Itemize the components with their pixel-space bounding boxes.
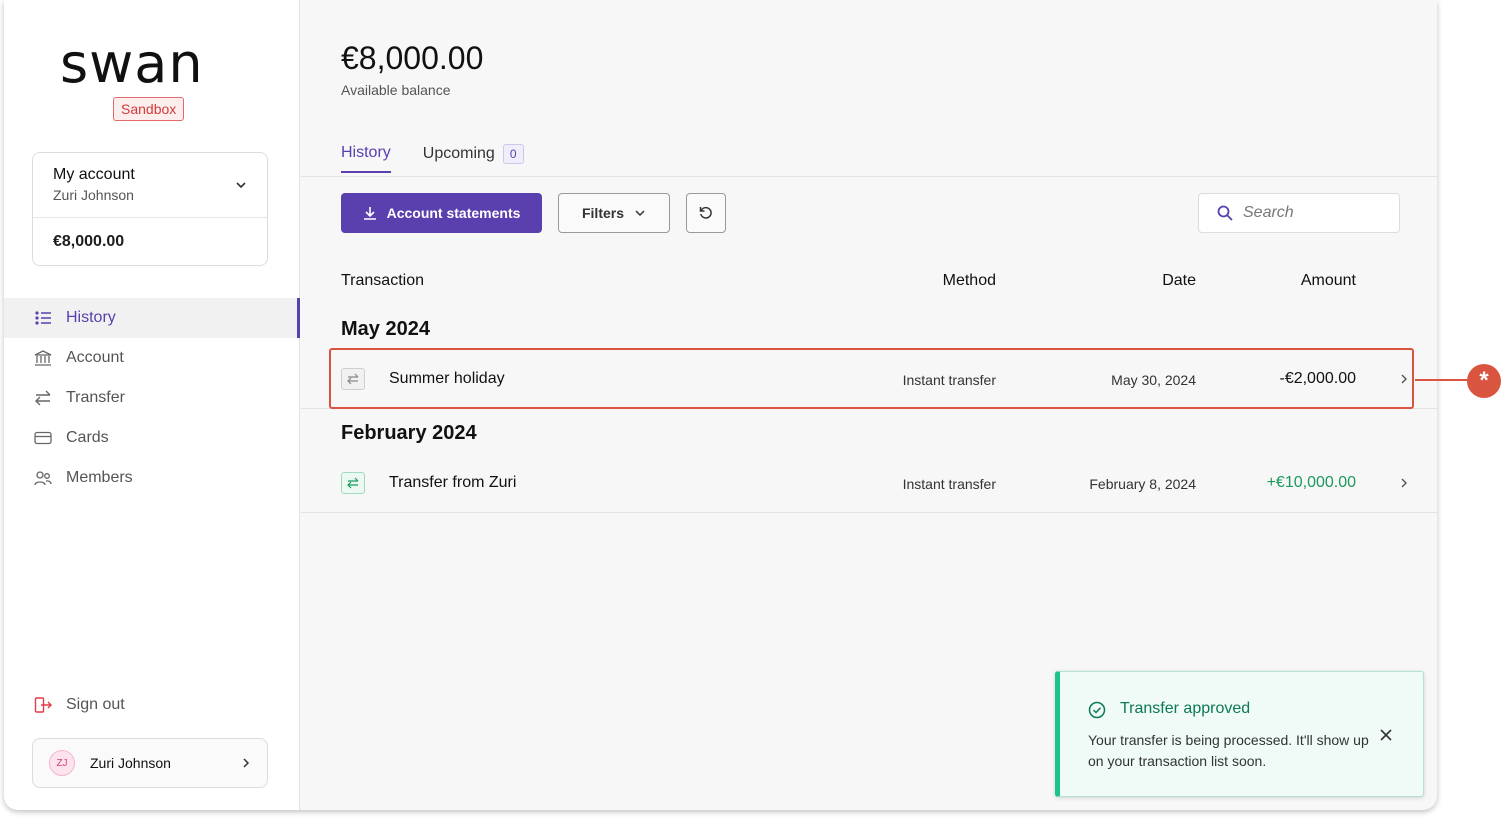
- filters-button[interactable]: Filters: [558, 193, 670, 233]
- toast-notification: Transfer approved Your transfer is being…: [1055, 671, 1424, 797]
- chevron-down-icon[interactable]: [235, 179, 247, 191]
- column-header-amount: Amount: [1300, 272, 1356, 289]
- toast-title: Transfer approved: [1120, 700, 1251, 717]
- user-profile-button[interactable]: ZJ Zuri Johnson: [32, 738, 268, 788]
- transaction-label: Transfer from Zuri: [389, 474, 517, 491]
- sidebar-item-label: Cards: [66, 429, 109, 446]
- sidebar-item-account[interactable]: Account: [4, 338, 300, 378]
- sidebar-nav: History Account Transfer Cards Members: [4, 298, 300, 498]
- callout-connector: [1415, 379, 1467, 381]
- tab-upcoming[interactable]: Upcoming 0: [423, 144, 524, 173]
- account-holder: Zuri Johnson: [53, 187, 134, 203]
- search-input[interactable]: Search: [1198, 193, 1400, 233]
- refresh-button[interactable]: [686, 193, 726, 233]
- transaction-method: Instant transfer: [902, 476, 996, 492]
- sidebar-item-label: Account: [66, 349, 124, 366]
- close-icon[interactable]: [1379, 728, 1393, 742]
- app-window: swan Sandbox My account Zuri Johnson €8,…: [4, 0, 1437, 810]
- tabs-divider: [301, 176, 1437, 177]
- card-icon: [34, 429, 52, 447]
- account-selector[interactable]: My account Zuri Johnson €8,000.00: [32, 152, 268, 266]
- account-statements-button[interactable]: Account statements: [341, 193, 542, 233]
- swan-logo: swan: [60, 32, 204, 95]
- available-balance: €8,000.00: [341, 40, 484, 76]
- transaction-amount: +€10,000.00: [1266, 474, 1356, 491]
- tab-history-label: History: [341, 144, 391, 161]
- tab-upcoming-label: Upcoming: [422, 145, 495, 162]
- user-name: Zuri Johnson: [90, 755, 171, 771]
- toast-message: Your transfer is being processed. It'll …: [1088, 732, 1369, 769]
- chevron-right-icon: [243, 758, 250, 768]
- search-icon: [1217, 205, 1233, 221]
- main-content: €8,000.00 Available balance History Upco…: [301, 0, 1437, 810]
- transaction-date: February 8, 2024: [1089, 476, 1196, 492]
- tabs: History Upcoming 0: [341, 144, 556, 173]
- bank-icon: [34, 349, 52, 367]
- filters-label: Filters: [581, 205, 624, 221]
- account-name: My account: [53, 166, 135, 183]
- callout-marker: *: [1467, 364, 1501, 398]
- sidebar-item-label: History: [66, 309, 116, 326]
- sidebar-item-history[interactable]: History: [4, 298, 300, 338]
- sidebar-item-label: Members: [66, 469, 133, 486]
- account-statements-label: Account statements: [386, 205, 521, 221]
- column-header-method: Method: [942, 272, 996, 289]
- list-icon: [34, 309, 52, 327]
- sidebar-item-members[interactable]: Members: [4, 458, 300, 498]
- sign-out-label: Sign out: [66, 696, 125, 713]
- available-balance-label: Available balance: [341, 82, 451, 98]
- chevron-down-icon: [635, 210, 645, 217]
- table-row[interactable]: Transfer from Zuri Instant transfer Febr…: [301, 453, 1437, 513]
- account-selector-header[interactable]: My account Zuri Johnson: [33, 153, 267, 218]
- chevron-right-icon: [1401, 478, 1407, 488]
- upcoming-count-badge: 0: [502, 144, 524, 164]
- download-icon: [363, 207, 376, 220]
- sign-out-button[interactable]: Sign out: [34, 696, 125, 714]
- avatar: ZJ: [49, 750, 75, 776]
- sidebar: swan Sandbox My account Zuri Johnson €8,…: [4, 0, 300, 810]
- row-divider: [301, 512, 1437, 513]
- account-balance: €8,000.00: [53, 233, 125, 250]
- sign-out-icon: [34, 696, 52, 714]
- search-placeholder: Search: [1243, 204, 1294, 221]
- column-header-transaction: Transaction: [341, 272, 424, 289]
- highlight-box: [329, 348, 1414, 409]
- group-title-may: May 2024: [341, 318, 430, 340]
- group-title-february: February 2024: [341, 422, 477, 444]
- transfer-icon: [341, 472, 365, 494]
- members-icon: [34, 469, 52, 487]
- sidebar-item-transfer[interactable]: Transfer: [4, 378, 300, 418]
- refresh-icon: [699, 206, 712, 219]
- tab-history[interactable]: History: [341, 144, 391, 173]
- transfer-icon: [34, 389, 52, 407]
- sidebar-item-label: Transfer: [66, 389, 125, 406]
- column-header-date: Date: [1162, 272, 1196, 289]
- sidebar-item-cards[interactable]: Cards: [4, 418, 300, 458]
- sandbox-badge: Sandbox: [113, 97, 185, 121]
- check-circle-icon: [1088, 701, 1106, 719]
